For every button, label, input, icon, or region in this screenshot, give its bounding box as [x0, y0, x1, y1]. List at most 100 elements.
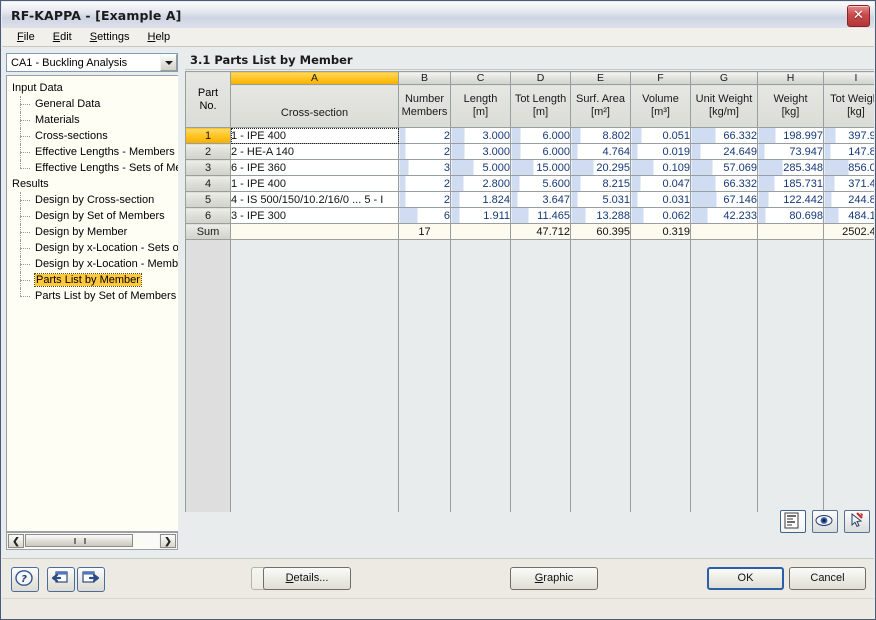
column-header-E[interactable]: Surf. Area [m²]: [570, 84, 631, 128]
help-question-icon[interactable]: ?: [11, 567, 39, 592]
sidebar-item-design-by-set-of-members[interactable]: Design by Set of Members: [7, 208, 178, 224]
cell-B6[interactable]: 6: [398, 207, 451, 224]
cell-H5[interactable]: 122.442: [757, 191, 824, 208]
cell-A1[interactable]: 1 - IPE 400: [230, 127, 399, 144]
cell-B4[interactable]: 2: [398, 175, 451, 192]
sidebar-item-materials[interactable]: Materials: [7, 112, 178, 128]
cell-H1[interactable]: 198.997: [757, 127, 824, 144]
sidebar-item-effective-lengths-members[interactable]: Effective Lengths - Members: [7, 144, 178, 160]
cell-C2[interactable]: 3.000: [450, 143, 511, 160]
load-case-combobox[interactable]: CA1 - Buckling Analysis: [6, 53, 178, 72]
cell-H4[interactable]: 185.731: [757, 175, 824, 192]
column-letter-B[interactable]: B: [398, 71, 451, 85]
cell-G5[interactable]: 67.146: [690, 191, 758, 208]
column-header-A[interactable]: Cross-section: [230, 84, 399, 128]
column-letter-G[interactable]: G: [690, 71, 758, 85]
cell-F3[interactable]: 0.109: [630, 159, 691, 176]
row-number[interactable]: 6: [185, 207, 231, 224]
column-letter-D[interactable]: D: [510, 71, 571, 85]
cell-B2[interactable]: 2: [398, 143, 451, 160]
cell-D1[interactable]: 6.000: [510, 127, 571, 144]
cell-F5[interactable]: 0.031: [630, 191, 691, 208]
cell-E2[interactable]: 4.764: [570, 143, 631, 160]
cell-F4[interactable]: 0.047: [630, 175, 691, 192]
scroll-thumb[interactable]: [25, 534, 133, 547]
cell-E1[interactable]: 8.802: [570, 127, 631, 144]
cancel-button[interactable]: Cancel: [789, 567, 866, 590]
sidebar-item-effective-lengths-sets-of-mem[interactable]: Effective Lengths - Sets of Mem: [7, 160, 178, 176]
cell-C6[interactable]: 1.911: [450, 207, 511, 224]
column-header-B[interactable]: Number Members: [398, 84, 451, 128]
cell-A2[interactable]: 2 - HE-A 140: [230, 143, 399, 160]
cell-E6[interactable]: 13.288: [570, 207, 631, 224]
cell-I1[interactable]: 397.995: [823, 127, 874, 144]
cell-F6[interactable]: 0.062: [630, 207, 691, 224]
column-header-G[interactable]: Unit Weight [kg/m]: [690, 84, 758, 128]
cell-H3[interactable]: 285.348: [757, 159, 824, 176]
cell-I4[interactable]: 371.462: [823, 175, 874, 192]
print-report-icon[interactable]: [780, 510, 806, 533]
cell-B5[interactable]: 2: [398, 191, 451, 208]
cell-C5[interactable]: 1.824: [450, 191, 511, 208]
cell-A6[interactable]: 3 - IPE 300: [230, 207, 399, 224]
cell-G3[interactable]: 57.069: [690, 159, 758, 176]
cell-F2[interactable]: 0.019: [630, 143, 691, 160]
table-row[interactable]: 63 - IPE 300 6 1.911 11.465 13.288 0.062 42.23…: [185, 207, 874, 224]
cell-B1[interactable]: 2: [398, 127, 451, 144]
table-row[interactable]: 41 - IPE 400 2 2.800 5.600 8.215 0.047 66.332 1…: [185, 175, 874, 192]
cell-E3[interactable]: 20.295: [570, 159, 631, 176]
cell-A5[interactable]: 4 - IS 500/150/10.2/16/0 ... 5 - I: [230, 191, 399, 208]
row-number[interactable]: 4: [185, 175, 231, 192]
cell-I3[interactable]: 856.042: [823, 159, 874, 176]
cell-A4[interactable]: 1 - IPE 400: [230, 175, 399, 192]
sidebar-item-general-data[interactable]: General Data: [7, 96, 178, 112]
ok-button[interactable]: OK: [707, 567, 784, 590]
table-row[interactable]: 54 - IS 500/150/10.2/16/0 ... 5 - I 2 1.82…: [185, 191, 874, 208]
graphic-button[interactable]: Graphic: [510, 567, 598, 590]
details-button[interactable]: Details...: [263, 567, 351, 590]
cell-E5[interactable]: 5.031: [570, 191, 631, 208]
sidebar-item-input-data[interactable]: Input Data: [7, 80, 178, 96]
sidebar-item-design-by-cross-section[interactable]: Design by Cross-section: [7, 192, 178, 208]
column-letter-C[interactable]: C: [450, 71, 511, 85]
cell-D6[interactable]: 11.465: [510, 207, 571, 224]
menu-item-file[interactable]: File: [8, 30, 44, 45]
column-header-I[interactable]: Tot Weight[kg]: [823, 84, 874, 128]
cell-D2[interactable]: 6.000: [510, 143, 571, 160]
column-letter-I[interactable]: I: [823, 71, 874, 85]
column-letter-H[interactable]: H: [757, 71, 824, 85]
cell-C1[interactable]: 3.000: [450, 127, 511, 144]
cell-F1[interactable]: 0.051: [630, 127, 691, 144]
menu-item-edit[interactable]: Edit: [44, 30, 81, 45]
table-row[interactable]: 22 - HE-A 140 2 3.000 6.000 4.764 0.019 24.649…: [185, 143, 874, 160]
menu-item-help[interactable]: Help: [138, 30, 179, 45]
scroll-left-icon[interactable]: ❮: [8, 534, 24, 548]
cell-H2[interactable]: 73.947: [757, 143, 824, 160]
row-number[interactable]: 2: [185, 143, 231, 160]
menu-item-settings[interactable]: Settings: [81, 30, 139, 45]
cell-D4[interactable]: 5.600: [510, 175, 571, 192]
view-mode-icon[interactable]: [812, 510, 838, 533]
cell-G6[interactable]: 42.233: [690, 207, 758, 224]
cell-D3[interactable]: 15.000: [510, 159, 571, 176]
table-row[interactable]: 36 - IPE 360 3 5.000 15.000 20.295 0.109 57.06…: [185, 159, 874, 176]
table-row[interactable]: 11 - IPE 400 2 3.000 6.000 8.802 0.051 66.332 1…: [185, 127, 874, 144]
cell-A3[interactable]: 6 - IPE 360: [230, 159, 399, 176]
column-header-D[interactable]: Tot Length [m]: [510, 84, 571, 128]
sidebar-item-cross-sections[interactable]: Cross-sections: [7, 128, 178, 144]
next-window-icon[interactable]: [77, 567, 105, 592]
pick-select-icon[interactable]: [844, 510, 870, 533]
sidebar-item-results[interactable]: Results: [7, 176, 178, 192]
column-header-F[interactable]: Volume [m³]: [630, 84, 691, 128]
cell-G4[interactable]: 66.332: [690, 175, 758, 192]
sidebar-item-parts-list-by-member[interactable]: Parts List by Member: [7, 272, 178, 288]
cell-G1[interactable]: 66.332: [690, 127, 758, 144]
row-number[interactable]: 5: [185, 191, 231, 208]
cell-D5[interactable]: 3.647: [510, 191, 571, 208]
column-letter-E[interactable]: E: [570, 71, 631, 85]
navigator-hscrollbar[interactable]: ❮ ❯: [6, 532, 178, 550]
column-header-C[interactable]: Length [m]: [450, 84, 511, 128]
sidebar-item-design-by-x-location-sets-of-m[interactable]: Design by x-Location - Sets of M: [7, 240, 178, 256]
column-header-H[interactable]: Weight [kg]: [757, 84, 824, 128]
sidebar-item-design-by-x-location-members[interactable]: Design by x-Location - Members: [7, 256, 178, 272]
